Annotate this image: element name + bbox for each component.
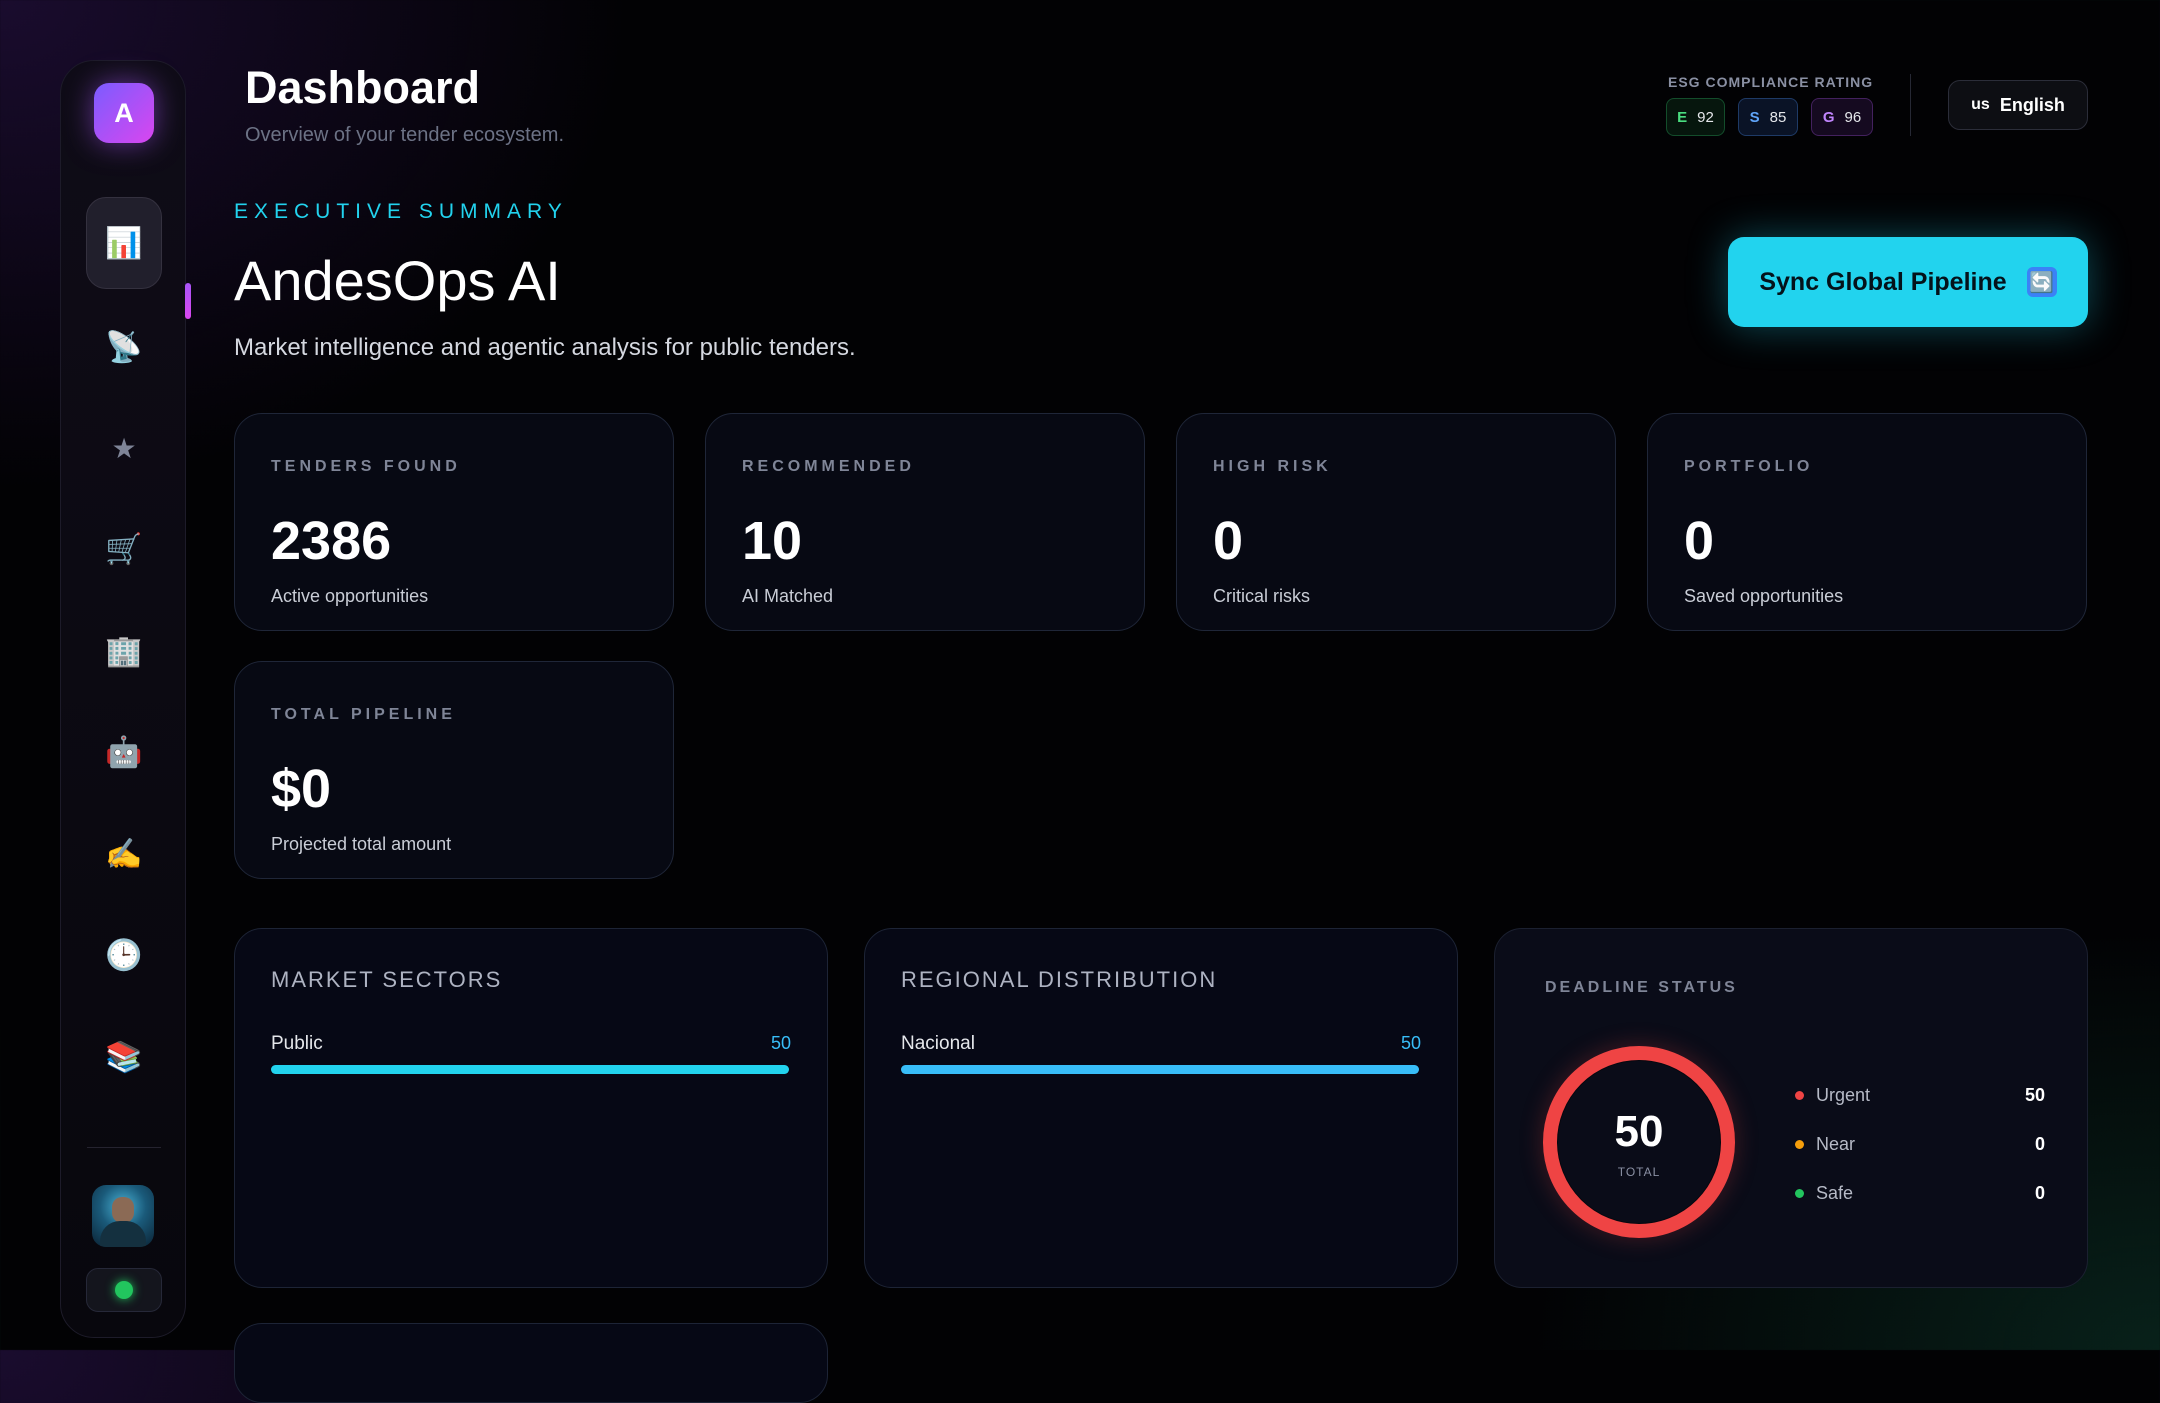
building-icon: 🏢 — [105, 634, 143, 668]
stat-subtext: Critical risks — [1213, 586, 1310, 606]
region-bar-fill — [901, 1065, 1419, 1074]
stat-label: RECOMMENDED — [742, 458, 915, 475]
panel-title: REGIONAL DISTRIBUTION — [901, 967, 1218, 992]
stat-value: 2386 — [271, 511, 392, 571]
stat-subtext: Saved opportunities — [1684, 586, 1844, 606]
nav-buildings[interactable]: 🏢 — [86, 613, 162, 689]
sidebar-divider — [87, 1147, 161, 1148]
sector-label: Public — [271, 1033, 323, 1054]
regional-distribution-panel: REGIONAL DISTRIBUTION Nacional 50 — [864, 928, 1458, 1288]
nav-history[interactable]: 🕒 — [86, 917, 162, 993]
sync-pipeline-button[interactable]: Sync Global Pipeline 🔄 — [1728, 237, 2088, 327]
legend-item-urgent: Urgent 50 — [1795, 1085, 2045, 1106]
stat-card-total-pipeline[interactable]: TOTAL PIPELINE $0 Projected total amount — [234, 661, 674, 879]
cart-icon: 🛒 — [105, 532, 143, 566]
writing-hand-icon: ✍️ — [105, 837, 143, 871]
sync-button-label: Sync Global Pipeline — [1759, 267, 2007, 296]
page-subtitle: Overview of your tender ecosystem. — [245, 124, 565, 146]
online-status-dot — [115, 1281, 133, 1299]
nav-favorites[interactable]: ★ — [86, 410, 162, 486]
active-indicator — [185, 283, 191, 319]
sector-bar-track — [271, 1065, 789, 1074]
stat-subtext: Active opportunities — [271, 586, 429, 606]
books-icon: 📚 — [105, 1040, 143, 1074]
stat-card-high-risk[interactable]: HIGH RISK 0 Critical risks — [1176, 413, 1616, 631]
sector-value: 50 — [770, 1033, 791, 1053]
nav-cart[interactable]: 🛒 — [86, 511, 162, 587]
stat-card-tenders-found[interactable]: TENDERS FOUND 2386 Active opportunities — [234, 413, 674, 631]
nav-sign[interactable]: ✍️ — [86, 816, 162, 892]
esg-badge-governance: G 96 — [1811, 98, 1873, 136]
language-selector[interactable]: us English — [1948, 80, 2088, 130]
clock-icon: 🕒 — [105, 938, 143, 972]
hero-title: AndesOps AI — [234, 249, 561, 312]
stat-value: $0 — [271, 759, 332, 819]
dashboard-icon: 📊 — [105, 226, 143, 260]
nav-ai-agent[interactable]: 🤖 — [86, 714, 162, 790]
app-logo[interactable]: A — [94, 83, 154, 143]
hero-description: Market intelligence and agentic analysis… — [234, 334, 856, 361]
stat-label: PORTFOLIO — [1684, 458, 1814, 475]
stat-label: TENDERS FOUND — [271, 458, 461, 475]
stat-card-portfolio[interactable]: PORTFOLIO 0 Saved opportunities — [1647, 413, 2087, 631]
next-panel-partial — [234, 1323, 828, 1403]
esg-badge-social: S 85 — [1738, 98, 1798, 136]
esg-rating-label: ESG COMPLIANCE RATING — [1668, 74, 1874, 90]
user-avatar[interactable] — [92, 1185, 154, 1247]
stat-label: TOTAL PIPELINE — [271, 706, 456, 723]
stat-card-recommended[interactable]: RECOMMENDED 10 AI Matched — [705, 413, 1145, 631]
legend-item-near: Near 0 — [1795, 1134, 2045, 1155]
panel-title: MARKET SECTORS — [271, 967, 503, 992]
language-label: English — [1999, 94, 2065, 115]
sidebar: A 📊 📡 ★ 🛒 🏢 🤖 ✍️ 🕒 📚 — [60, 60, 191, 1338]
donut-total-value: 50 — [1614, 1107, 1664, 1156]
safe-dot — [1795, 1189, 1804, 1198]
section-eyebrow: EXECUTIVE SUMMARY — [234, 200, 568, 223]
page-title: Dashboard — [245, 62, 481, 113]
region-bar-track — [901, 1065, 1419, 1074]
satellite-icon: 📡 — [105, 330, 143, 364]
panel-title: DEADLINE STATUS — [1545, 979, 1738, 996]
star-icon: ★ — [111, 432, 137, 464]
flag-icon: us — [1971, 96, 1990, 113]
nav-dashboard[interactable]: 📊 — [86, 197, 162, 289]
esg-badge-environmental: E 92 — [1666, 98, 1725, 136]
region-label: Nacional — [901, 1033, 975, 1054]
stat-value: 10 — [742, 511, 803, 571]
sector-bar-fill — [271, 1065, 789, 1074]
stat-value: 0 — [1684, 511, 1715, 571]
region-value: 50 — [1400, 1033, 1421, 1053]
near-dot — [1795, 1140, 1804, 1149]
sync-icon: 🔄 — [2026, 267, 2057, 297]
stat-subtext: AI Matched — [742, 586, 834, 606]
urgent-dot — [1795, 1091, 1804, 1100]
stat-subtext: Projected total amount — [271, 834, 452, 854]
nav-satellite[interactable]: 📡 — [86, 309, 162, 385]
status-indicator[interactable] — [86, 1268, 162, 1312]
stat-value: 0 — [1213, 511, 1244, 571]
robot-icon: 🤖 — [105, 735, 143, 769]
nav-reports[interactable]: 📚 — [86, 1019, 162, 1095]
legend-item-safe: Safe 0 — [1795, 1183, 2045, 1204]
stat-label: HIGH RISK — [1213, 458, 1332, 475]
market-sectors-panel: MARKET SECTORS Public 50 — [234, 928, 828, 1288]
donut-total-caption: TOTAL — [1617, 1165, 1661, 1179]
deadline-status-panel: DEADLINE STATUS 50 TOTAL Urgent 50 Near … — [1494, 928, 2088, 1288]
header-divider — [1910, 74, 1911, 136]
